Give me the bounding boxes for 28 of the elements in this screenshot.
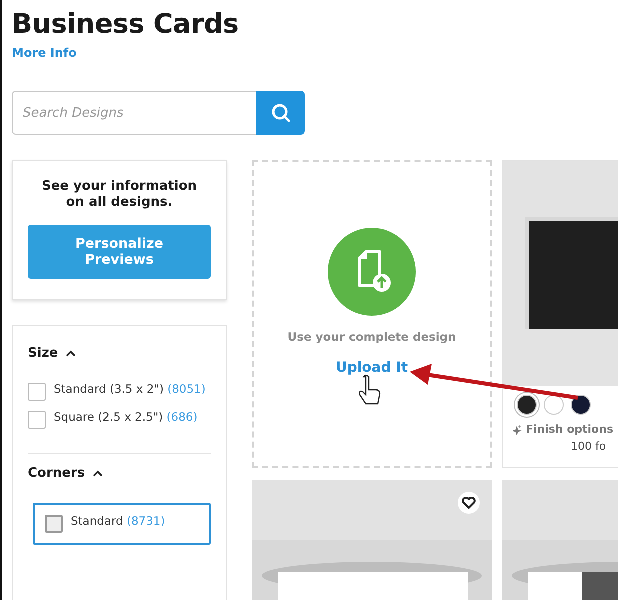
page-title: Business Cards	[12, 8, 240, 42]
personalize-previews-button[interactable]: Personalize Previews	[28, 225, 211, 279]
chevron-icon[interactable]	[66, 350, 76, 357]
filter-option-label: Standard (3.5 x 2") (8051)	[54, 383, 206, 396]
search-field[interactable]: Search Designs	[12, 91, 256, 135]
filter-option-label: Standard (8731)	[71, 515, 166, 528]
color-swatch[interactable]	[517, 395, 537, 415]
search-button[interactable]	[256, 91, 305, 135]
filter-heading[interactable]: Corners	[28, 466, 86, 481]
filter-heading[interactable]: Size	[28, 346, 58, 361]
upload-link[interactable]: Upload It	[336, 360, 408, 376]
filter-option[interactable]: Standard (8731)	[33, 503, 211, 545]
chevron-icon[interactable]	[93, 470, 104, 477]
color-swatch[interactable]	[544, 395, 564, 415]
checkbox[interactable]	[45, 515, 63, 533]
price-text: 100 fo	[570, 439, 608, 453]
sparkle-icon	[513, 424, 522, 434]
color-swatch[interactable]	[571, 395, 591, 415]
checkbox[interactable]	[28, 411, 46, 429]
checkbox[interactable]	[28, 383, 46, 401]
filter-option-label: Square (2.5 x 2.5") (686)	[54, 411, 198, 424]
more-info-link[interactable]: More Info	[12, 46, 77, 60]
search-icon	[270, 103, 290, 123]
upload-file-icon[interactable]	[328, 228, 416, 316]
promo-text: See your information on all designs.	[41, 179, 198, 211]
hand-cursor-icon	[359, 374, 381, 405]
upload-caption: Use your complete design	[288, 330, 456, 344]
finish-options-label[interactable]: Finish options	[526, 423, 614, 436]
